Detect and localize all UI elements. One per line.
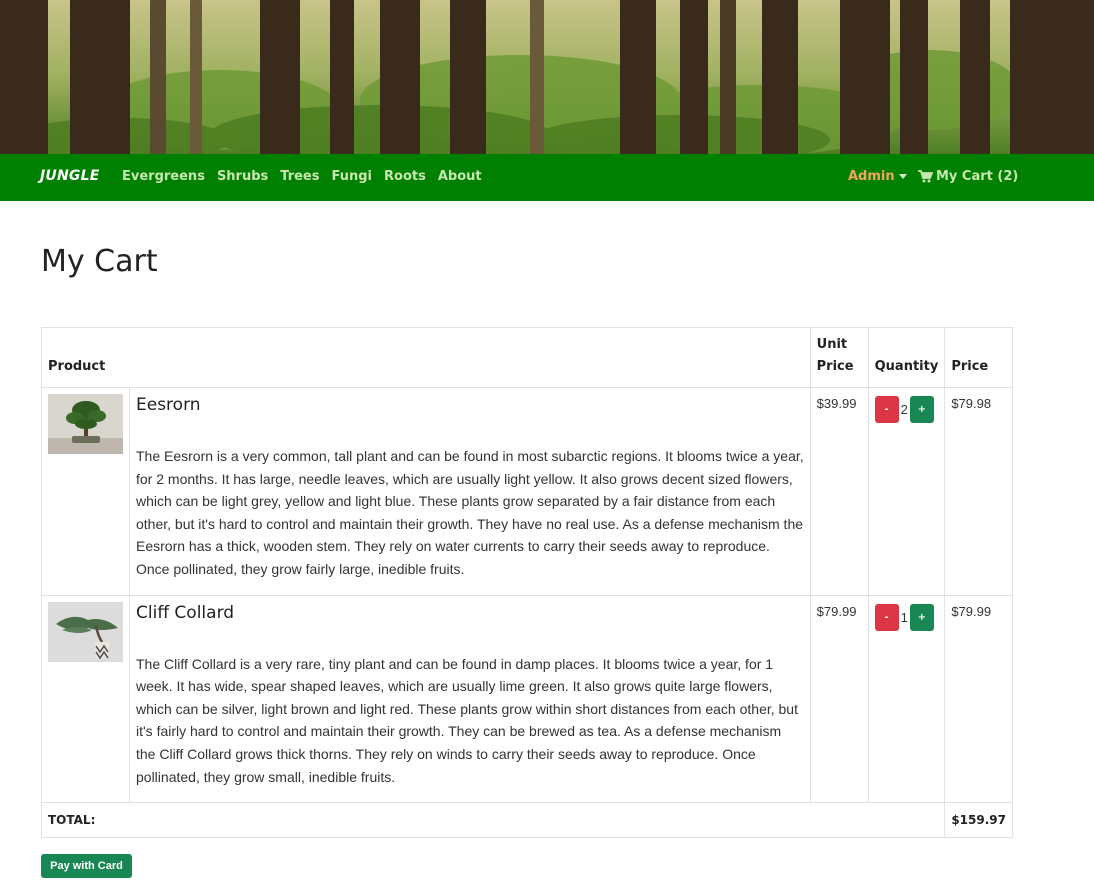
top-navbar: JUNGLE Evergreens Shrubs Trees Fungi Roo…: [0, 154, 1094, 201]
juniper-bonsai-image: [48, 601, 123, 662]
product-image-cell: [41, 594, 130, 804]
decrease-quantity-button[interactable]: -: [874, 603, 899, 631]
increase-quantity-button[interactable]: +: [909, 603, 934, 631]
nav-link-roots[interactable]: Roots: [384, 169, 426, 184]
nav-link-shrubs[interactable]: Shrubs: [217, 169, 268, 184]
forest-illustration: [0, 0, 1094, 154]
product-description-cell: Eesrorn The Eesrorn is a very common, ta…: [129, 387, 811, 596]
nav-link-trees[interactable]: Trees: [280, 169, 319, 184]
product-image-cell: [41, 387, 130, 596]
quantity-cell: - 2 +: [867, 387, 946, 596]
table-row: Eesrorn The Eesrorn is a very common, ta…: [41, 387, 1013, 596]
shopping-cart-icon: [918, 170, 933, 183]
increase-quantity-button[interactable]: +: [909, 396, 934, 423]
decrease-quantity-button[interactable]: -: [874, 396, 899, 423]
total-value: $159.97: [944, 802, 1013, 839]
product-description-cell: Cliff Collard The Cliff Collard is a ver…: [129, 594, 811, 804]
admin-dropdown[interactable]: Admin: [848, 169, 907, 184]
header-unit-price: Unit Price: [809, 327, 869, 388]
quantity-value: 2: [900, 402, 908, 417]
unit-price: $79.99: [809, 594, 869, 804]
line-price: $79.98: [944, 387, 1013, 596]
quantity-stepper: - 1 +: [874, 603, 939, 631]
header-product: Product: [41, 327, 811, 388]
nav-links: Evergreens Shrubs Trees Fungi Roots Abou…: [122, 169, 494, 184]
page-title: My Cart: [41, 244, 158, 279]
bonsai-tree-image: [48, 394, 123, 454]
header-unit-price-line2: Price: [816, 359, 854, 374]
product-description: The Cliff Collard is a very rare, tiny p…: [136, 655, 798, 785]
product-name: Cliff Collard: [136, 602, 235, 623]
header-unit-price-line1: Unit: [816, 337, 848, 352]
product-description: The Eesrorn is a very common, tall plant…: [136, 448, 804, 577]
total-row: TOTAL: $159.97: [40, 802, 1013, 839]
nav-link-fungi[interactable]: Fungi: [332, 169, 373, 184]
header-price: Price: [944, 327, 1013, 388]
nav-link-evergreens[interactable]: Evergreens: [122, 169, 205, 184]
cart-table: Product Unit Price Quantity Price Eesror…: [40, 327, 1013, 839]
pay-with-card-button[interactable]: Pay with Card: [41, 854, 132, 878]
header-quantity: Quantity: [867, 327, 946, 388]
product-name: Eesrorn: [136, 395, 201, 415]
admin-label: Admin: [848, 169, 895, 184]
quantity-stepper: - 2 +: [874, 396, 939, 423]
forest-hero-banner: [0, 0, 1094, 154]
brand-logo[interactable]: JUNGLE: [40, 168, 99, 184]
line-price: $79.99: [944, 594, 1013, 804]
total-label: TOTAL:: [40, 802, 946, 839]
quantity-cell: - 1 +: [867, 594, 946, 804]
cart-label: My Cart (2): [936, 169, 1019, 184]
unit-price: $39.99: [809, 387, 869, 596]
caret-down-icon: [898, 174, 907, 179]
my-cart-link[interactable]: My Cart (2): [918, 169, 1018, 184]
nav-link-about[interactable]: About: [438, 169, 482, 184]
table-row: Cliff Collard The Cliff Collard is a ver…: [41, 594, 1013, 804]
quantity-value: 1: [900, 609, 908, 625]
table-header-row: Product Unit Price Quantity Price: [41, 327, 1013, 388]
